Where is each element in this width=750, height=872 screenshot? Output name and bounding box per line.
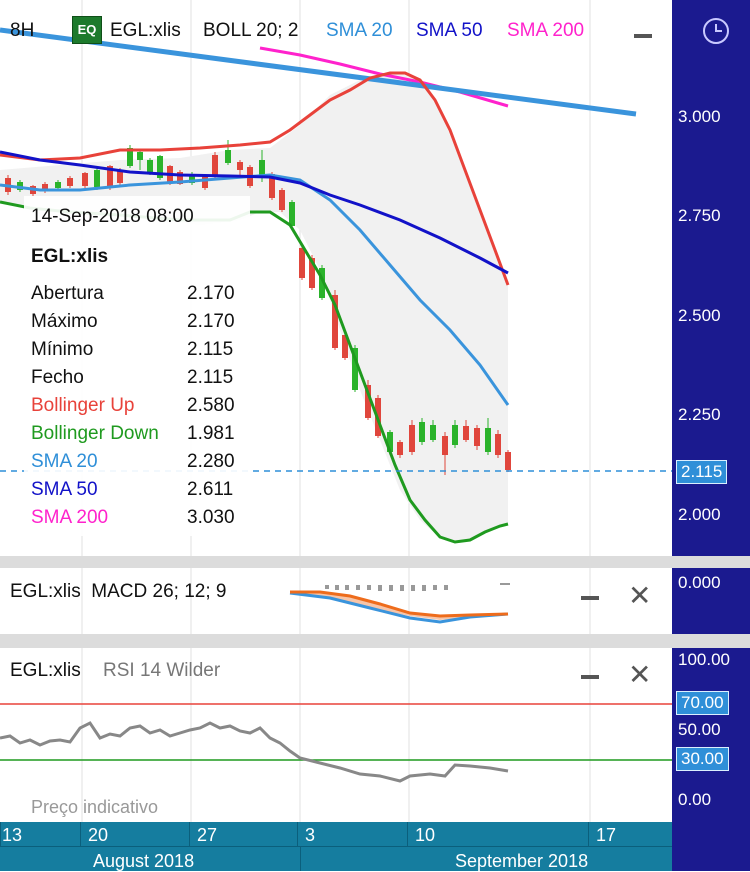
sma20-label: SMA 20 — [326, 20, 393, 41]
macd-axis-label: 0.000 — [678, 573, 721, 592]
price-label-2000: 2.000 — [678, 505, 721, 524]
candle-body — [495, 434, 501, 455]
candle-body — [147, 160, 153, 172]
tooltip-row-value: 2.580 — [187, 395, 235, 416]
minimize-macd-icon[interactable] — [581, 596, 599, 600]
candle-body — [202, 176, 208, 188]
candle-body — [55, 182, 61, 188]
candle-body — [299, 248, 305, 278]
tooltip-row-label: Máximo — [31, 311, 98, 332]
boll-label: BOLL 20; 2 — [203, 20, 299, 41]
price-label-2750: 2.750 — [678, 206, 721, 225]
month-label-august: August 2018 — [93, 851, 195, 871]
tooltip-row-label: SMA 200 — [31, 507, 109, 528]
month-label-september: September 2018 — [455, 851, 589, 871]
tooltip-row-label: Bollinger Down — [31, 423, 159, 444]
pane-separator-2[interactable] — [0, 634, 672, 648]
eq-badge-label: EQ — [77, 22, 97, 37]
candle-body — [485, 428, 491, 452]
rsi-label-0: 0.00 — [678, 790, 712, 809]
candle-body — [430, 425, 436, 440]
date-tick-13: 13 — [2, 825, 23, 845]
sma200-label: SMA 200 — [507, 20, 585, 41]
tooltip-row-value: 2.170 — [187, 311, 235, 332]
tooltip-row-value: 3.030 — [187, 507, 235, 528]
candle-body — [94, 170, 100, 187]
candle-body — [397, 442, 403, 455]
candle-body — [409, 425, 415, 452]
date-tick-27: 27 — [197, 825, 218, 845]
date-tick-10: 10 — [415, 825, 436, 845]
candle-body — [463, 426, 469, 440]
tooltip-row-value: 1.981 — [187, 423, 235, 444]
sma50-label: SMA 50 — [416, 20, 483, 41]
candle-body — [225, 150, 231, 163]
macd-line — [289, 591, 509, 624]
tooltip-row-label: SMA 50 — [31, 479, 98, 500]
date-axis-corner — [672, 822, 750, 871]
symbol-label: EGL:xlis — [110, 20, 181, 41]
clock-icon[interactable] — [703, 18, 729, 44]
tooltip-row-label: Mínimo — [31, 339, 94, 360]
close-macd-icon[interactable]: ✕ — [628, 579, 651, 612]
tooltip-row-value: 2.611 — [187, 479, 234, 500]
tooltip-symbol: EGL:xlis — [31, 246, 109, 267]
macd-title: EGL:xlis MACD 26; 12; 9 — [10, 581, 227, 602]
rsi-label-100: 100.00 — [678, 650, 730, 669]
candle-body — [442, 436, 448, 455]
tooltip-row-value: 2.170 — [187, 283, 235, 304]
eq-badge[interactable]: EQ — [72, 16, 102, 44]
candle-body — [419, 422, 425, 442]
candle-body — [237, 162, 243, 170]
current-price-tag: 2.115 — [676, 460, 728, 484]
rsi-line — [0, 721, 509, 783]
close-rsi-icon[interactable]: ✕ — [628, 658, 651, 691]
tooltip-row-label: Fecho — [31, 367, 84, 388]
candle-body — [137, 152, 143, 160]
minimize-rsi-icon[interactable] — [581, 675, 599, 679]
candle-body — [82, 173, 88, 186]
date-tick-3: 3 — [305, 825, 316, 845]
candle-body — [289, 202, 295, 226]
candle-body — [279, 190, 285, 210]
rsi-label-50: 50.00 — [678, 720, 721, 739]
price-label-3000: 3.000 — [678, 107, 721, 126]
tooltip-row-value: 2.115 — [187, 367, 234, 388]
price-label-2250: 2.250 — [678, 405, 721, 424]
tooltip-row-label: Abertura — [31, 283, 104, 304]
watermark-text: Preço indicativo — [31, 797, 159, 817]
date-tick-17: 17 — [596, 825, 617, 845]
macd-histogram — [325, 583, 510, 591]
rsi-chart[interactable] — [0, 648, 672, 822]
date-tick-20: 20 — [88, 825, 109, 845]
pane-separator-1[interactable] — [0, 556, 672, 568]
candle-body — [505, 452, 511, 470]
tooltip-datetime: 14-Sep-2018 08:00 — [31, 206, 194, 227]
candle-body — [474, 428, 480, 446]
candle-body — [212, 155, 218, 176]
price-label-2500: 2.500 — [678, 306, 721, 325]
rsi-label-70: 70.00 — [676, 691, 729, 715]
interval-label[interactable]: 8H — [10, 20, 34, 42]
rsi-symbol: EGL:xlis — [10, 660, 81, 681]
candle-body — [67, 178, 73, 186]
tooltip-row-label: SMA 20 — [31, 451, 98, 472]
tooltip-row-label: Bollinger Up — [31, 395, 135, 416]
tooltip-row-value: 2.280 — [187, 451, 235, 472]
rsi-title: RSI 14 Wilder — [103, 660, 221, 681]
candle-body — [452, 425, 458, 445]
tooltip-row-value: 2.115 — [187, 339, 234, 360]
minimize-main-icon[interactable] — [634, 34, 652, 38]
rsi-label-30: 30.00 — [676, 747, 729, 771]
